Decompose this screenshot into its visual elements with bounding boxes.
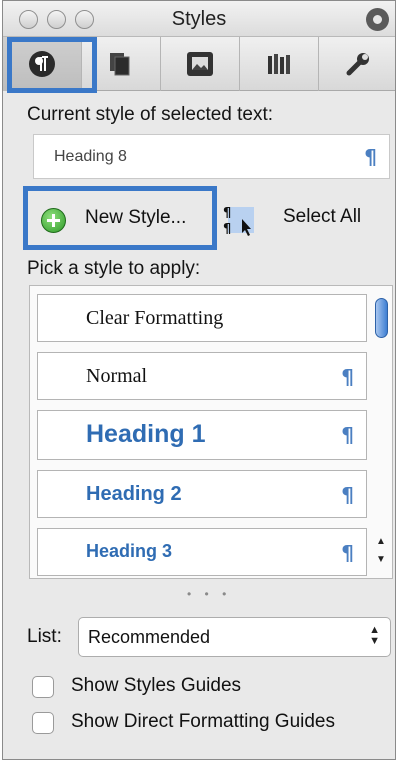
select-all-icon[interactable]: ¶ ¶ — [220, 203, 260, 239]
style-item-heading-3[interactable]: Heading 3 ¶ — [37, 528, 367, 576]
books-icon — [268, 54, 290, 74]
svg-text:¶: ¶ — [223, 222, 231, 237]
current-style-label: Current style of selected text: — [27, 104, 274, 125]
title-bar[interactable]: Styles — [3, 1, 395, 37]
style-item-label: Heading 3 — [86, 541, 173, 561]
pilcrow-icon: ¶ — [341, 365, 354, 389]
select-all-button[interactable]: Select All — [283, 206, 361, 228]
style-item-normal[interactable]: Normal ¶ — [37, 352, 367, 400]
list-filter-value: Recommended — [88, 627, 211, 647]
pilcrow-icon: ¶ — [341, 541, 354, 565]
select-arrows-icon: ▲ ▼ — [369, 624, 380, 647]
style-item-heading-1[interactable]: Heading 1 ¶ — [37, 410, 367, 460]
list-filter-label: List: — [27, 626, 62, 647]
current-style-value: Heading 8 — [54, 148, 127, 165]
style-item-label: Heading 2 — [86, 483, 182, 505]
scroll-up-arrow-icon[interactable]: ▲ — [376, 536, 386, 547]
style-item-label: Normal — [86, 365, 148, 387]
wrench-icon — [346, 53, 369, 76]
style-list: Clear Formatting Normal ¶ Heading 1 ¶ He… — [29, 285, 393, 579]
checkbox-label: Show Direct Formatting Guides — [71, 711, 335, 732]
tab-media[interactable] — [161, 37, 240, 91]
selected-tab-highlight — [7, 37, 97, 93]
svg-text:¶: ¶ — [223, 206, 231, 221]
show-direct-formatting-guides-checkbox[interactable] — [32, 712, 54, 734]
pilcrow-icon: ¶ — [341, 483, 354, 507]
style-item-heading-2[interactable]: Heading 2 ¶ — [37, 470, 367, 518]
tab-tools[interactable] — [319, 37, 397, 91]
style-list-scrollbar[interactable]: ▲ ▼ — [373, 290, 389, 576]
style-item-label: Heading 1 — [86, 420, 206, 448]
style-item-label: Clear Formatting — [86, 307, 224, 329]
tab-reference-tools[interactable] — [240, 37, 319, 91]
pages-icon — [110, 53, 130, 76]
pilcrow-icon: ¶ — [341, 423, 354, 447]
style-item-clear-formatting[interactable]: Clear Formatting — [37, 294, 367, 342]
resize-handle[interactable]: • • • — [187, 587, 231, 601]
styles-panel: Styles Current style of selected text: H… — [2, 0, 396, 760]
scrollbar-thumb[interactable] — [375, 298, 388, 338]
show-styles-guides-checkbox[interactable] — [32, 676, 54, 698]
current-style-field: Heading 8 ¶ — [33, 134, 390, 179]
picture-icon — [187, 52, 213, 76]
pick-style-label: Pick a style to apply: — [27, 258, 201, 279]
scroll-down-arrow-icon[interactable]: ▼ — [376, 554, 386, 565]
list-filter-select[interactable]: Recommended ▲ ▼ — [78, 617, 391, 657]
new-style-highlight — [23, 186, 217, 250]
window-title: Styles — [171, 8, 227, 30]
toolbar-toggle-icon[interactable] — [366, 8, 389, 31]
checkbox-label: Show Styles Guides — [71, 675, 242, 696]
pilcrow-icon: ¶ — [364, 145, 377, 169]
